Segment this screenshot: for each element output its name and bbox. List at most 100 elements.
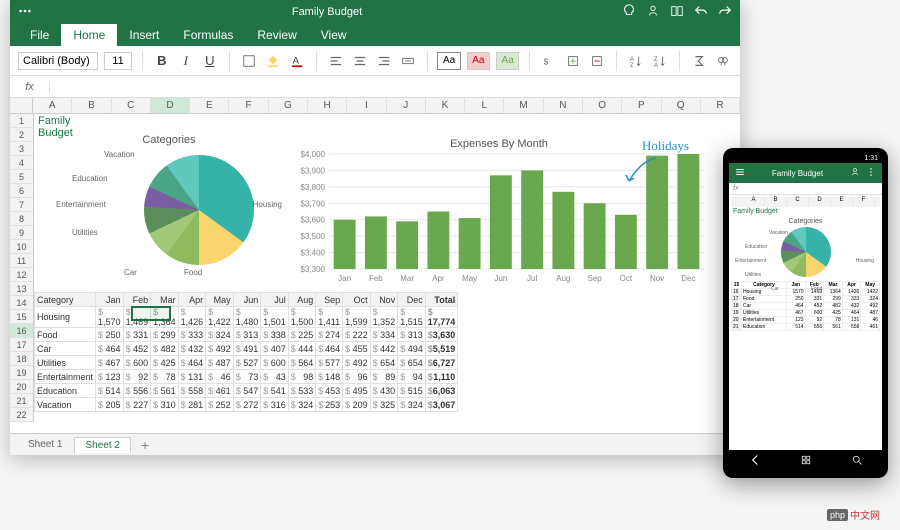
col-header-O[interactable]: O (583, 98, 622, 113)
hamburger-icon[interactable] (735, 167, 745, 179)
col-header-P[interactable]: P (622, 98, 661, 113)
col-header-D[interactable]: D (151, 98, 190, 113)
svg-text:$3,700: $3,700 (301, 199, 326, 208)
data-table[interactable]: CategoryJanFebMarAprMayJunJulAugSepOctNo… (34, 292, 458, 412)
row-header-4[interactable]: 4 (10, 156, 33, 170)
row-header-7[interactable]: 7 (10, 198, 33, 212)
sheet-tab-2[interactable]: Sheet 2 (74, 437, 130, 453)
underline-button[interactable]: U (201, 50, 219, 72)
sort-desc-button[interactable]: ZA (651, 50, 669, 72)
col-header-A[interactable]: A (33, 98, 72, 113)
phone-back-icon[interactable] (749, 454, 761, 468)
col-header-C[interactable]: C (112, 98, 151, 113)
row-header-15[interactable]: 15 (10, 310, 33, 324)
row-header-2[interactable]: 2 (10, 128, 33, 142)
tab-insert[interactable]: Insert (117, 24, 171, 46)
formula-input[interactable] (50, 81, 740, 93)
merge-button[interactable] (399, 50, 417, 72)
find-button[interactable] (714, 50, 732, 72)
cell-style-good[interactable]: Aa (496, 52, 519, 70)
col-header-E[interactable]: E (190, 98, 229, 113)
share-icon[interactable] (646, 4, 660, 21)
delete-cells-button[interactable] (588, 50, 606, 72)
phone-status-bar: 1:31 (729, 154, 882, 163)
row-header-19[interactable]: 19 (10, 366, 33, 380)
col-header-I[interactable]: I (347, 98, 386, 113)
row-header-5[interactable]: 5 (10, 170, 33, 184)
phone-share-icon[interactable] (850, 167, 860, 179)
col-header-B[interactable]: B (72, 98, 111, 113)
phone-title-cell: Family Budget (731, 207, 880, 216)
col-header-G[interactable]: G (269, 98, 308, 113)
font-color-button[interactable]: A (288, 50, 306, 72)
phone-more-icon[interactable] (866, 167, 876, 179)
tab-file[interactable]: File (18, 24, 61, 46)
undo-icon[interactable] (694, 4, 708, 21)
col-header-F[interactable]: F (229, 98, 268, 113)
phone-sheet[interactable]: ABCDEF Family Budget Categories Vacation… (729, 195, 882, 450)
row-header-12[interactable]: 12 (10, 268, 33, 282)
align-right-button[interactable] (375, 50, 393, 72)
bar-chart[interactable]: Expenses By Month Holidays $3,300$3,400$… (289, 134, 709, 289)
number-format-button[interactable]: $ (540, 50, 558, 72)
pie-chart[interactable]: Categories Vacation Education Entertainm… (64, 134, 274, 289)
col-header-J[interactable]: J (387, 98, 426, 113)
cell-style-normal[interactable]: Aa (437, 52, 460, 70)
row-header-18[interactable]: 18 (10, 352, 33, 366)
phone-search-icon[interactable] (851, 454, 863, 468)
font-size-input[interactable] (104, 52, 132, 70)
sort-asc-button[interactable]: AZ (627, 50, 645, 72)
phone-col-headers: ABCDEF (731, 197, 880, 207)
row-header-17[interactable]: 17 (10, 338, 33, 352)
spreadsheet-area[interactable]: ABCDEFGHIJKLMNOPQR 123456789101112131415… (10, 98, 740, 433)
tab-formulas[interactable]: Formulas (171, 24, 245, 46)
row-header-6[interactable]: 6 (10, 184, 33, 198)
row-header-20[interactable]: 20 (10, 380, 33, 394)
phone-formula-bar[interactable]: fx (729, 183, 882, 195)
bold-button[interactable]: B (153, 50, 171, 72)
phone-home-icon[interactable] (800, 454, 812, 468)
col-header-H[interactable]: H (308, 98, 347, 113)
row-header-10[interactable]: 10 (10, 240, 33, 254)
insert-cells-button[interactable] (564, 50, 582, 72)
svg-text:$: $ (544, 57, 549, 66)
col-header-K[interactable]: K (426, 98, 465, 113)
font-family-select[interactable] (18, 52, 98, 70)
align-center-button[interactable] (351, 50, 369, 72)
tab-home[interactable]: Home (61, 24, 117, 46)
sheet-tabs-bar: Sheet 1 Sheet 2 + (10, 433, 740, 455)
redo-icon[interactable] (718, 4, 732, 21)
borders-button[interactable] (240, 50, 258, 72)
col-header-Q[interactable]: Q (662, 98, 701, 113)
row-header-16[interactable]: 16 (10, 324, 33, 338)
row-header-13[interactable]: 13 (10, 282, 33, 296)
row-header-3[interactable]: 3 (10, 142, 33, 156)
tell-me-icon[interactable] (622, 4, 636, 21)
row-header-11[interactable]: 11 (10, 254, 33, 268)
tab-review[interactable]: Review (245, 24, 308, 46)
phone-data-table[interactable]: 15CategoryJanFebMarAprMay16Housing157014… (731, 281, 880, 331)
phone-header: Family Budget (729, 163, 882, 183)
col-header-R[interactable]: R (701, 98, 740, 113)
row-header-8[interactable]: 8 (10, 212, 33, 226)
autosum-button[interactable] (690, 50, 708, 72)
col-header-L[interactable]: L (465, 98, 504, 113)
row-header-1[interactable]: 1 (10, 114, 33, 128)
fill-color-button[interactable] (264, 50, 282, 72)
tab-view[interactable]: View (309, 24, 359, 46)
italic-button[interactable]: I (177, 50, 195, 72)
cell-style-bad[interactable]: Aa (467, 52, 490, 70)
add-sheet-button[interactable]: + (133, 437, 157, 453)
row-header-22[interactable]: 22 (10, 408, 33, 422)
row-header-9[interactable]: 9 (10, 226, 33, 240)
col-header-M[interactable]: M (504, 98, 543, 113)
sheet-tab-1[interactable]: Sheet 1 (18, 437, 72, 452)
row-header-14[interactable]: 14 (10, 296, 33, 310)
col-header-N[interactable]: N (544, 98, 583, 113)
row-header-21[interactable]: 21 (10, 394, 33, 408)
align-left-button[interactable] (327, 50, 345, 72)
phone-pie-title: Categories (733, 218, 878, 225)
read-mode-icon[interactable] (670, 4, 684, 21)
column-headers: ABCDEFGHIJKLMNOPQR (10, 98, 740, 114)
more-icon[interactable] (18, 4, 32, 21)
